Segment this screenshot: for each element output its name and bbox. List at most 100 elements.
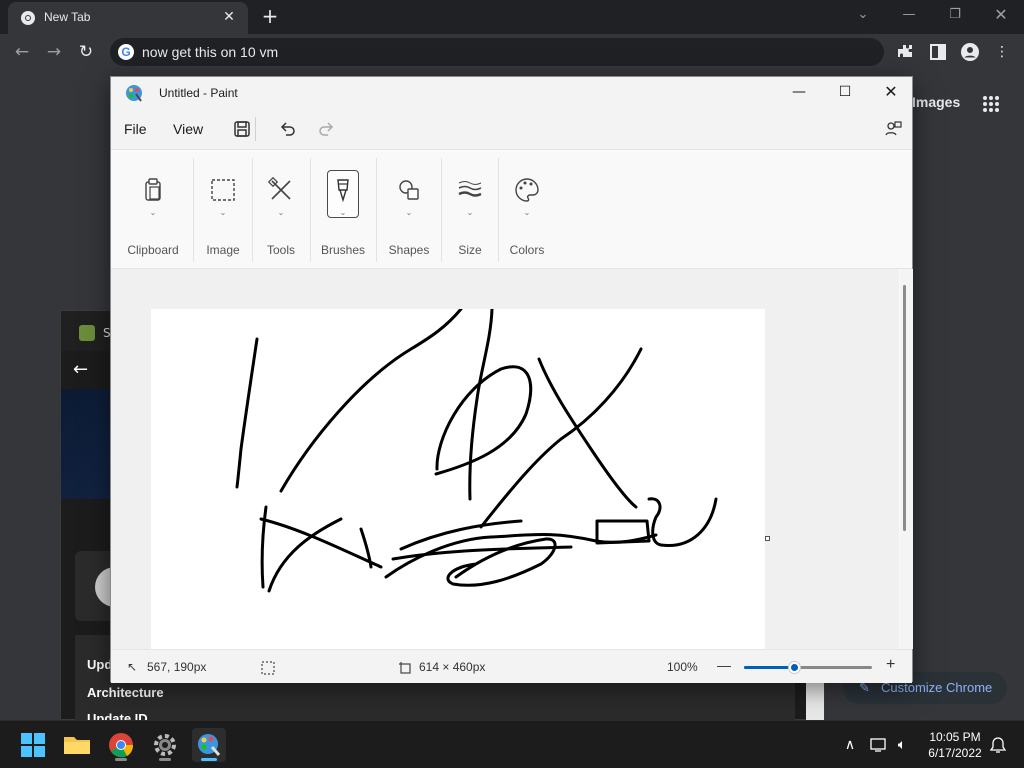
clipboard-group[interactable]: ⌄ Clipboard bbox=[115, 150, 191, 270]
tab-title: New Tab bbox=[44, 10, 91, 24]
minimize-button[interactable]: — bbox=[886, 4, 932, 28]
menu-kebab-icon[interactable]: ⋮ bbox=[992, 42, 1012, 62]
show-hidden-icons-chevron-icon[interactable]: ∧ bbox=[840, 735, 860, 755]
settings-taskbar-button[interactable] bbox=[148, 728, 182, 762]
brushes-group[interactable]: ⌄ Brushes bbox=[311, 150, 375, 270]
clipboard-icon bbox=[145, 178, 161, 201]
size-icon bbox=[458, 181, 482, 197]
stroke-loop-2 bbox=[446, 537, 557, 587]
tab-search-icon[interactable]: ⌄ bbox=[840, 4, 886, 28]
tab-new-tab[interactable]: New Tab ✕ bbox=[8, 2, 248, 34]
stroke-lower-x bbox=[259, 517, 383, 593]
zoom-slider[interactable] bbox=[744, 662, 872, 673]
ribbon-label-image: Image bbox=[206, 243, 240, 257]
paint-maximize-button[interactable]: ☐ bbox=[822, 77, 868, 109]
paint-close-button[interactable]: ✕ bbox=[868, 77, 914, 109]
notifications-icon[interactable] bbox=[988, 735, 1008, 755]
account-icon[interactable] bbox=[883, 119, 903, 139]
network-icon[interactable] bbox=[868, 735, 888, 755]
chrome-taskbar-button[interactable] bbox=[104, 728, 138, 762]
back-arrow-icon[interactable]: ← bbox=[73, 359, 88, 380]
ribbon-label-brushes: Brushes bbox=[320, 243, 366, 257]
new-tab-button[interactable]: + bbox=[258, 5, 282, 29]
volume-icon[interactable]: 🔈︎ bbox=[892, 735, 912, 755]
zoom-level[interactable]: 100% bbox=[667, 660, 698, 674]
paint-statusbar: ↖ 567, 190px 614 × 460px 100% — + bbox=[111, 649, 912, 683]
chevron-down-icon: ⌄ bbox=[405, 208, 413, 217]
zoom-in-button[interactable]: + bbox=[886, 656, 895, 674]
zoom-out-button[interactable]: — bbox=[717, 657, 731, 673]
zoom-slider-fill bbox=[744, 666, 796, 669]
paint-window[interactable]: Untitled - Paint — ☐ ✕ File View ⌄ Clipb… bbox=[110, 76, 913, 683]
stroke-right-curve bbox=[647, 497, 718, 547]
size-group[interactable]: ⌄ Size bbox=[442, 150, 498, 270]
google-icon: G bbox=[118, 44, 134, 60]
file-menu[interactable]: File bbox=[124, 121, 147, 137]
ribbon-label-shapes: Shapes bbox=[388, 243, 430, 257]
google-apps-icon[interactable] bbox=[982, 95, 1000, 113]
canvas-drawing bbox=[235, 309, 718, 593]
close-tab-icon[interactable]: ✕ bbox=[220, 8, 238, 26]
paint-workspace[interactable] bbox=[111, 269, 899, 651]
side-panel-icon[interactable] bbox=[928, 42, 948, 62]
paint-menubar: File View bbox=[111, 109, 912, 149]
close-window-button[interactable]: ✕ bbox=[978, 4, 1024, 28]
save-icon[interactable] bbox=[232, 119, 252, 139]
omnibox[interactable]: G now get this on 10 vm bbox=[110, 38, 884, 66]
forward-button[interactable]: → bbox=[42, 40, 66, 64]
paint-app-icon bbox=[126, 85, 142, 102]
stroke-loop bbox=[434, 365, 533, 476]
folder-icon bbox=[64, 737, 90, 754]
colors-group[interactable]: ⌄ Colors bbox=[499, 150, 555, 270]
tools-group[interactable]: ⌄ Tools bbox=[253, 150, 309, 270]
reload-button[interactable]: ↻ bbox=[74, 40, 98, 64]
paint-icon bbox=[198, 734, 221, 756]
system-clock[interactable]: 10:05 PM 6/17/2022 bbox=[920, 729, 990, 761]
ribbon-label-clipboard: Clipboard bbox=[127, 243, 179, 257]
chevron-down-icon: ⌄ bbox=[523, 208, 531, 217]
clock-date: 6/17/2022 bbox=[928, 746, 982, 760]
running-indicator bbox=[201, 758, 217, 761]
canvas-resize-handle[interactable] bbox=[765, 536, 770, 541]
view-menu[interactable]: View bbox=[173, 121, 203, 137]
paint-titlebar[interactable]: Untitled - Paint — ☐ ✕ bbox=[111, 77, 912, 109]
window-title: Untitled - Paint bbox=[159, 86, 238, 100]
cursor-position: 567, 190px bbox=[147, 660, 207, 674]
gear-icon bbox=[154, 734, 176, 756]
image-group[interactable]: ⌄ Image bbox=[195, 150, 251, 270]
zoom-slider-thumb[interactable] bbox=[789, 662, 801, 673]
images-link[interactable]: Images bbox=[912, 94, 960, 110]
restore-button[interactable]: ❐ bbox=[932, 4, 978, 28]
chevron-down-icon: ⌄ bbox=[219, 208, 227, 217]
undo-icon[interactable] bbox=[277, 119, 297, 139]
redo-icon[interactable] bbox=[317, 119, 337, 139]
shapes-group[interactable]: ⌄ Shapes bbox=[377, 150, 441, 270]
chevron-down-icon: ⌄ bbox=[466, 208, 474, 217]
running-indicator bbox=[159, 758, 171, 761]
ribbon-divider bbox=[193, 158, 194, 262]
paint-ribbon: ⌄ Clipboard ⌄ Image ⌄ Tools ⌄ Brushes ⌄ … bbox=[111, 149, 912, 269]
start-button[interactable] bbox=[16, 728, 50, 762]
paint-vertical-scrollbar[interactable] bbox=[900, 269, 913, 649]
ribbon-label-tools: Tools bbox=[266, 243, 295, 257]
settings-row-update: Upd bbox=[87, 657, 113, 672]
omnibox-text[interactable]: now get this on 10 vm bbox=[142, 44, 278, 60]
settings-row-architecture: Architecture bbox=[87, 685, 164, 700]
stroke-center-vertical bbox=[468, 309, 494, 501]
chevron-down-icon: ⌄ bbox=[277, 208, 285, 217]
chrome-icon bbox=[109, 733, 134, 758]
tools-icon bbox=[267, 176, 291, 200]
stroke-arc bbox=[279, 309, 463, 493]
extensions-icon[interactable] bbox=[896, 42, 916, 62]
ribbon-label-colors: Colors bbox=[509, 243, 545, 257]
chrome-toolbar: ← → ↻ G now get this on 10 vm ⋮ bbox=[0, 34, 1024, 70]
drawing-canvas[interactable] bbox=[151, 309, 765, 651]
stroke-left-vertical bbox=[235, 337, 259, 489]
paint-minimize-button[interactable]: — bbox=[776, 77, 822, 109]
back-button[interactable]: ← bbox=[10, 40, 34, 64]
profile-icon[interactable] bbox=[960, 42, 980, 62]
paint-taskbar-button[interactable] bbox=[192, 728, 226, 762]
file-explorer-button[interactable] bbox=[60, 728, 94, 762]
chevron-down-icon: ⌄ bbox=[149, 208, 157, 217]
scrollbar-thumb[interactable] bbox=[903, 285, 906, 531]
